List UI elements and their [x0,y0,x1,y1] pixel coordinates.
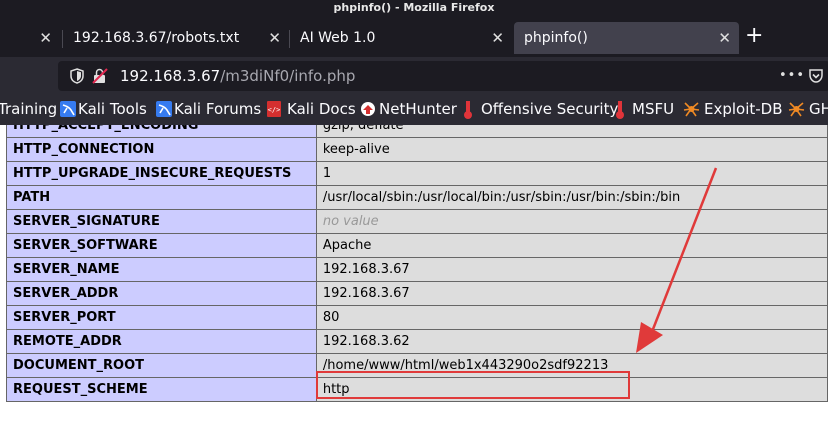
pocket-icon[interactable] [808,68,824,84]
offsec-icon [464,101,472,119]
nethunter-icon [361,102,375,116]
kali-dragon-icon [156,101,172,117]
navigation-bar: 192.168.3.67/m3diNf0/info.php ••• [0,57,828,94]
tab-label: phpinfo() [524,30,588,46]
close-icon[interactable]: ✕ [268,22,281,54]
kali-dragon-icon [60,101,76,117]
bookmark-label: Kali Forums [174,100,262,118]
bookmark-label: GH [809,100,828,118]
bookmark-exploit-db[interactable]: Exploit-DB [683,94,783,124]
bookmark-kali-forums[interactable]: Kali Forums [156,94,261,124]
bookmark-label: MSFU [632,100,675,118]
shield-icon[interactable] [70,68,84,84]
insecure-lock-icon[interactable] [92,68,108,84]
kali-docs-icon: </> [267,101,281,117]
bookmark-offensive-security[interactable]: Offensive Security [463,94,618,124]
close-icon[interactable]: ✕ [718,22,731,54]
tab-phpinfo[interactable]: phpinfo() ✕ [514,22,739,54]
bookmark-label: Training [0,100,58,118]
tab-label: AI Web 1.0 [300,30,376,46]
tab-strip: ✕ 192.168.3.67/robots.txt ✕ AI Web 1.0 ✕… [0,20,828,57]
exploitdb-icon [683,102,700,117]
offsec-icon [616,101,624,119]
url-host: 192.168.3.67 [120,67,221,85]
tab-label: 192.168.3.67/robots.txt [73,30,240,46]
tab-ai-web[interactable]: AI Web 1.0 ✕ [290,22,512,54]
annotation-arrow [636,167,718,353]
bookmark-msfu[interactable]: MSFU [615,94,674,124]
bookmark-label: Kali Tools [78,100,147,118]
svg-text:</>: </> [268,106,281,114]
url-path: /m3diNf0/info.php [220,67,356,85]
page-actions-icon[interactable]: ••• [779,69,805,83]
bookmark-training[interactable]: Training [0,94,57,124]
window-title: phpinfo() - Mozilla Firefox [0,0,828,20]
bookmarks-toolbar: Training Kali Tools Kali Forums </> Kali… [0,94,828,126]
address-bar[interactable]: 192.168.3.67/m3diNf0/info.php ••• [58,61,828,91]
page-content: HTTP_ACCEPT_ENCODING gzip, deflate HTTP_C… [0,125,828,427]
bookmark-nethunter[interactable]: NetHunter [360,94,457,124]
bookmark-label: Offensive Security [481,100,619,118]
bookmark-label: NetHunter [379,100,457,118]
bookmark-label: Exploit-DB [704,100,783,118]
bookmark-label: Kali Docs [287,100,356,118]
url-text[interactable]: 192.168.3.67/m3diNf0/info.php [120,61,355,91]
close-icon[interactable]: ✕ [491,22,504,54]
tab-robots[interactable]: 192.168.3.67/robots.txt ✕ [63,22,289,54]
close-icon[interactable]: ✕ [39,22,52,54]
exploitdb-icon [788,102,805,117]
tab-previous[interactable]: ✕ [0,22,60,54]
new-tab-button[interactable]: + [745,23,763,49]
bookmark-gh[interactable]: GH [788,94,828,124]
bookmark-kali-docs[interactable]: </> Kali Docs [267,94,356,124]
bookmark-kali-tools[interactable]: Kali Tools [60,94,147,124]
